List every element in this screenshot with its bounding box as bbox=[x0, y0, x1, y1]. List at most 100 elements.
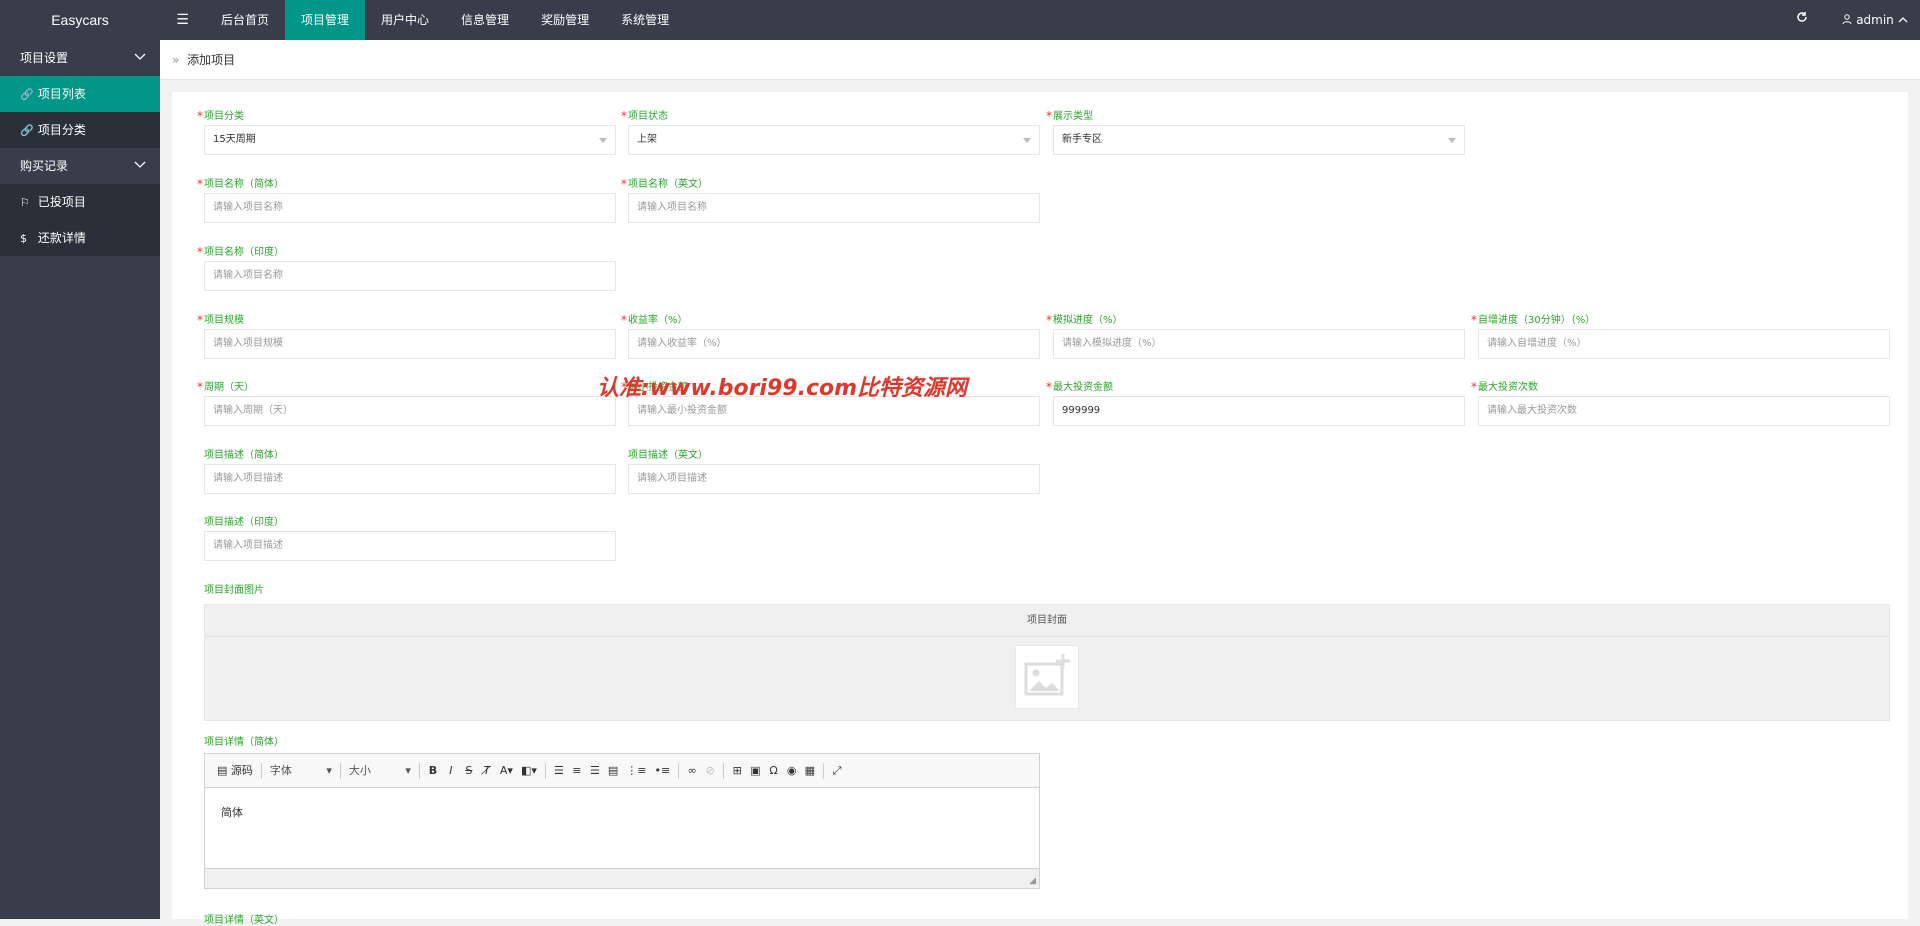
unordered-list-icon[interactable]: •≡ bbox=[651, 760, 675, 782]
top-bar: Easycars ☰ 后台首页 项目管理 用户中心 信息管理 奖励管理 系统管理… bbox=[0, 0, 1920, 40]
font-size-select[interactable]: 大小 ▾ bbox=[345, 760, 415, 782]
desc-en-input[interactable]: 请输入项目描述 bbox=[628, 464, 1040, 494]
link-icon: 🔗 bbox=[20, 124, 34, 137]
text-color-icon[interactable]: A▾ bbox=[496, 760, 517, 782]
menu-toggle-icon[interactable]: ☰ bbox=[160, 0, 205, 40]
nav-item-projects[interactable]: 项目管理 bbox=[285, 0, 366, 40]
editor-toolbar: ▤ 源码 字体 ▾ 大小 ▾ B I S T̸ A▾ ◧▾ ☰ ≡ ☰ ▤ ⋮≡… bbox=[205, 754, 1039, 788]
sidebar-item-label: 还款详情 bbox=[37, 231, 86, 245]
refresh-icon[interactable] bbox=[1780, 0, 1824, 40]
resize-grip-icon[interactable]: ◢ bbox=[1029, 876, 1036, 886]
sidebar-item-project-category[interactable]: 🔗 项目分类 bbox=[0, 112, 160, 148]
toolbar-divider bbox=[723, 762, 725, 779]
unlink-icon[interactable]: ⊘ bbox=[701, 760, 719, 782]
field-cover: 项目封面图片 bbox=[198, 583, 264, 599]
cover-upload-title: 项目封面 bbox=[205, 605, 1889, 637]
max-invest-input[interactable]: 999999 bbox=[1053, 396, 1465, 426]
source-button[interactable]: ▤ 源码 bbox=[213, 760, 257, 782]
sidebar-group-label: 项目设置 bbox=[20, 51, 69, 65]
nav-item-rewards[interactable]: 奖励管理 bbox=[525, 0, 605, 40]
watermark: 认准:www.bori99.com比特资源网 bbox=[597, 376, 968, 401]
field-status: * 项目状态 上架 bbox=[621, 109, 1040, 155]
user-icon bbox=[1842, 13, 1856, 27]
field-label: * 周期（天） bbox=[197, 380, 254, 394]
cover-upload[interactable]: 项目封面 bbox=[204, 604, 1890, 721]
italic-icon[interactable]: I bbox=[442, 760, 460, 782]
user-menu[interactable]: admin bbox=[1830, 0, 1920, 40]
field-label: * 最大投资金额 bbox=[1046, 380, 1113, 394]
link-icon[interactable]: ∞ bbox=[683, 760, 701, 782]
image-placeholder-icon[interactable] bbox=[1015, 645, 1079, 709]
period-input[interactable]: 请输入周期（天） bbox=[204, 396, 616, 426]
breadcrumb-separator-icon: » bbox=[172, 53, 180, 67]
field-period: * 周期（天） 请输入周期（天） bbox=[197, 380, 616, 426]
chevron-up-icon bbox=[1898, 13, 1908, 27]
display-type-select[interactable]: 新手专区 bbox=[1053, 125, 1465, 155]
sidebar-item-repayment-details[interactable]: $ 还款详情 bbox=[0, 220, 160, 256]
chevron-down-icon bbox=[134, 40, 146, 76]
field-label: * 项目状态 bbox=[621, 109, 668, 123]
editor-statusbar: ◢ bbox=[205, 868, 1039, 888]
table-icon[interactable]: ⊞ bbox=[728, 760, 746, 782]
sidebar-item-project-list[interactable]: 🔗 项目列表 bbox=[0, 76, 160, 112]
field-label: * 项目分类 bbox=[197, 109, 244, 123]
field-detail-cn: 项目详情（简体） bbox=[198, 735, 284, 751]
ordered-list-icon[interactable]: ⋮≡ bbox=[622, 760, 650, 782]
align-left-icon[interactable]: ☰ bbox=[550, 760, 568, 782]
field-label: * 项目名称（英文） bbox=[621, 177, 708, 191]
auto-progress-input[interactable]: 请输入自增进度（%） bbox=[1478, 329, 1890, 359]
app-logo[interactable]: Easycars bbox=[0, 0, 160, 40]
name-in-input[interactable]: 请输入项目名称 bbox=[204, 261, 616, 291]
user-name: admin bbox=[1856, 13, 1894, 27]
max-times-input[interactable]: 请输入最大投资次数 bbox=[1478, 396, 1890, 426]
align-right-icon[interactable]: ☰ bbox=[586, 760, 604, 782]
nav-item-dashboard[interactable]: 后台首页 bbox=[205, 0, 285, 40]
field-max-times: * 最大投资次数 请输入最大投资次数 bbox=[1471, 380, 1890, 426]
field-label: * 项目名称（印度） bbox=[197, 245, 284, 259]
breadcrumb-current: 添加项目 bbox=[187, 53, 236, 67]
scale-input[interactable]: 请输入项目规模 bbox=[204, 329, 616, 359]
editor-body[interactable]: 简体 bbox=[205, 788, 1039, 868]
remove-format-icon[interactable]: T̸ bbox=[478, 760, 496, 782]
field-auto-progress: * 自增进度（30分钟）（%） 请输入自增进度（%） bbox=[1471, 313, 1890, 359]
field-label: * 模拟进度（%） bbox=[1046, 313, 1123, 327]
name-en-input[interactable]: 请输入项目名称 bbox=[628, 193, 1040, 223]
field-scale: * 项目规模 请输入项目规模 bbox=[197, 313, 616, 359]
coin-icon: $ bbox=[20, 232, 27, 245]
sidebar-group-project-settings[interactable]: 项目设置 bbox=[0, 40, 160, 76]
status-select[interactable]: 上架 bbox=[628, 125, 1040, 155]
field-yield: * 收益率（%） 请输入收益率（%） bbox=[621, 313, 1040, 359]
caret-down-icon bbox=[1448, 138, 1456, 143]
sidebar: 项目设置 🔗 项目列表 🔗 项目分类 购买记录 ⚐ 已投项目 $ 还款详情 bbox=[0, 40, 160, 919]
rich-text-editor[interactable]: ▤ 源码 字体 ▾ 大小 ▾ B I S T̸ A▾ ◧▾ ☰ ≡ ☰ ▤ ⋮≡… bbox=[204, 753, 1040, 889]
yield-input[interactable]: 请输入收益率（%） bbox=[628, 329, 1040, 359]
font-family-select[interactable]: 字体 ▾ bbox=[266, 760, 336, 782]
image-icon[interactable]: ▣ bbox=[746, 760, 764, 782]
align-center-icon[interactable]: ≡ bbox=[568, 760, 586, 782]
desc-cn-input[interactable]: 请输入项目描述 bbox=[204, 464, 616, 494]
name-cn-input[interactable]: 请输入项目名称 bbox=[204, 193, 616, 223]
nav-item-info[interactable]: 信息管理 bbox=[445, 0, 525, 40]
desc-in-input[interactable]: 请输入项目描述 bbox=[204, 531, 616, 561]
sidebar-item-invested-projects[interactable]: ⚐ 已投项目 bbox=[0, 184, 160, 220]
strikethrough-icon[interactable]: S bbox=[460, 760, 478, 782]
category-select[interactable]: 15天周期 bbox=[204, 125, 616, 155]
background-color-icon[interactable]: ◧▾ bbox=[517, 760, 541, 782]
field-display-type: * 展示类型 新手专区 bbox=[1046, 109, 1465, 155]
special-char-icon[interactable]: Ω bbox=[765, 760, 783, 782]
sidebar-group-label: 购买记录 bbox=[20, 159, 69, 173]
field-name-in: * 项目名称（印度） 请输入项目名称 bbox=[197, 245, 616, 291]
sidebar-group-purchase-records[interactable]: 购买记录 bbox=[0, 148, 160, 184]
flag-icon: ⚐ bbox=[20, 196, 30, 209]
fullscreen-icon[interactable]: ⤢ bbox=[828, 760, 846, 782]
sidebar-item-label: 项目分类 bbox=[37, 123, 86, 137]
field-name-cn: * 项目名称（简体） 请输入项目名称 bbox=[197, 177, 616, 223]
nav-item-system[interactable]: 系统管理 bbox=[605, 0, 685, 40]
emoji-icon[interactable]: ◉ bbox=[783, 760, 801, 782]
code-icon[interactable]: ▦ bbox=[801, 760, 819, 782]
align-justify-icon[interactable]: ▤ bbox=[604, 760, 622, 782]
field-label: * 收益率（%） bbox=[621, 313, 688, 327]
bold-icon[interactable]: B bbox=[424, 760, 442, 782]
sim-progress-input[interactable]: 请输入模拟进度（%） bbox=[1053, 329, 1465, 359]
nav-item-users[interactable]: 用户中心 bbox=[365, 0, 445, 40]
